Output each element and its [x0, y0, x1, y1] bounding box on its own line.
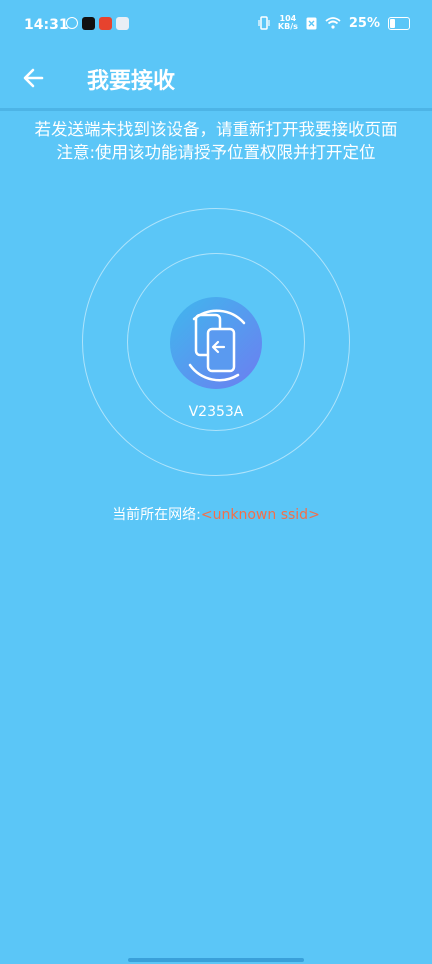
network-ssid: <unknown ssid>	[200, 507, 320, 523]
arrow-left-icon[interactable]	[20, 64, 48, 92]
phone-transfer-icon[interactable]	[168, 295, 264, 391]
status-time: 14:31	[24, 17, 69, 33]
weibo-icon	[99, 17, 112, 30]
status-bar: 14:31 104 KB/s 25%	[0, 0, 432, 50]
home-indicator[interactable]	[128, 958, 304, 962]
status-right-group: 104 KB/s 25%	[258, 15, 410, 31]
net-speed-unit: KB/s	[277, 22, 298, 31]
notice-text: 若发送端未找到该设备，请重新打开我要接收页面 注意:使用该功能请授予位置权限并打…	[0, 118, 432, 164]
app-bar: 我要接收	[0, 50, 432, 108]
wifi-icon	[325, 17, 341, 29]
notification-icons	[66, 17, 129, 30]
vibrate-icon	[258, 16, 270, 30]
network-label: 当前所在网络:	[112, 507, 201, 523]
battery-fill	[390, 18, 395, 28]
battery-icon	[388, 16, 410, 30]
page-title: 我要接收	[87, 69, 176, 94]
notice-line-1: 若发送端未找到该设备，请重新打开我要接收页面	[34, 120, 398, 139]
battery-percent: 25%	[348, 15, 380, 31]
sync-app-icon	[66, 17, 78, 29]
no-sim-icon	[306, 17, 317, 29]
network-row: 当前所在网络:<unknown ssid>	[0, 504, 432, 524]
device-name: V2353A	[188, 404, 244, 420]
net-speed: 104 KB/s	[278, 15, 298, 31]
header-divider	[0, 108, 432, 111]
app-notification-icon	[116, 17, 129, 30]
notice-line-2: 注意:使用该功能请授予位置权限并打开定位	[56, 143, 376, 162]
tiktok-icon	[82, 17, 95, 30]
